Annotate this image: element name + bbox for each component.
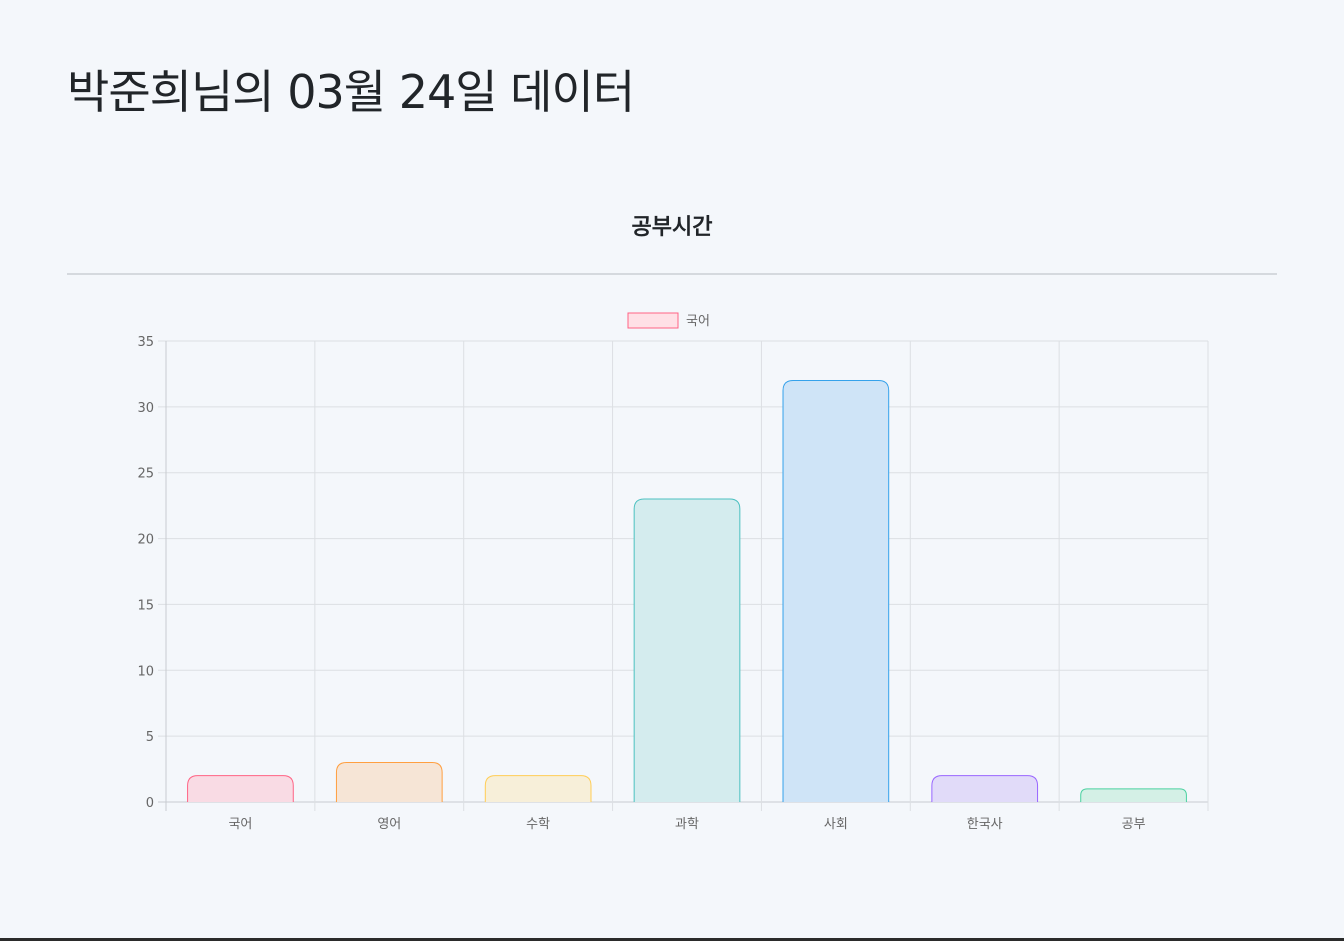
- bar-4[interactable]: [633, 498, 741, 802]
- legend-label: 국어: [686, 314, 710, 329]
- bar-3[interactable]: [484, 775, 592, 802]
- x-tick-label: 공부: [1122, 817, 1146, 832]
- y-tick-label: 10: [137, 664, 154, 679]
- y-tick-label: 0: [146, 796, 154, 811]
- y-tick-label: 15: [137, 598, 154, 613]
- legend-swatch: [627, 312, 679, 329]
- x-tick-label: 한국사: [967, 817, 1003, 832]
- x-axis-ticks: 국어 영어 수학 과학 사회 한국사 공부: [228, 817, 1145, 832]
- y-tick-label: 20: [137, 533, 154, 548]
- x-tick-label: 국어: [228, 817, 252, 832]
- y-axis-ticks: 0 5 10 15 20 25 30 35: [137, 335, 154, 811]
- y-tick-label: 25: [137, 467, 154, 482]
- y-tick-label: 5: [146, 730, 154, 745]
- y-tick-label: 30: [137, 401, 154, 416]
- x-tick-label: 수학: [526, 817, 550, 832]
- page: 박준희님의 03월 24일 데이터 공부시간 국어 0 5 10 15 20 25 30 35…: [0, 0, 1344, 941]
- y-tick-label: 35: [137, 335, 154, 350]
- x-tick-label: 사회: [824, 817, 848, 832]
- bar-6[interactable]: [931, 775, 1039, 802]
- x-tick-label: 영어: [377, 817, 401, 832]
- bars: [187, 380, 1187, 802]
- bar-5[interactable]: [782, 380, 890, 802]
- chart-legend[interactable]: 국어: [627, 312, 710, 329]
- bar-7[interactable]: [1080, 788, 1187, 802]
- bar-1[interactable]: [187, 775, 294, 802]
- bar-2[interactable]: [335, 761, 443, 802]
- study-time-bar-chart: 국어 05101520253035 국어 영어 수학 과학 사회 한국사 공부: [137, 312, 1209, 832]
- x-tick-label: 과학: [675, 817, 699, 832]
